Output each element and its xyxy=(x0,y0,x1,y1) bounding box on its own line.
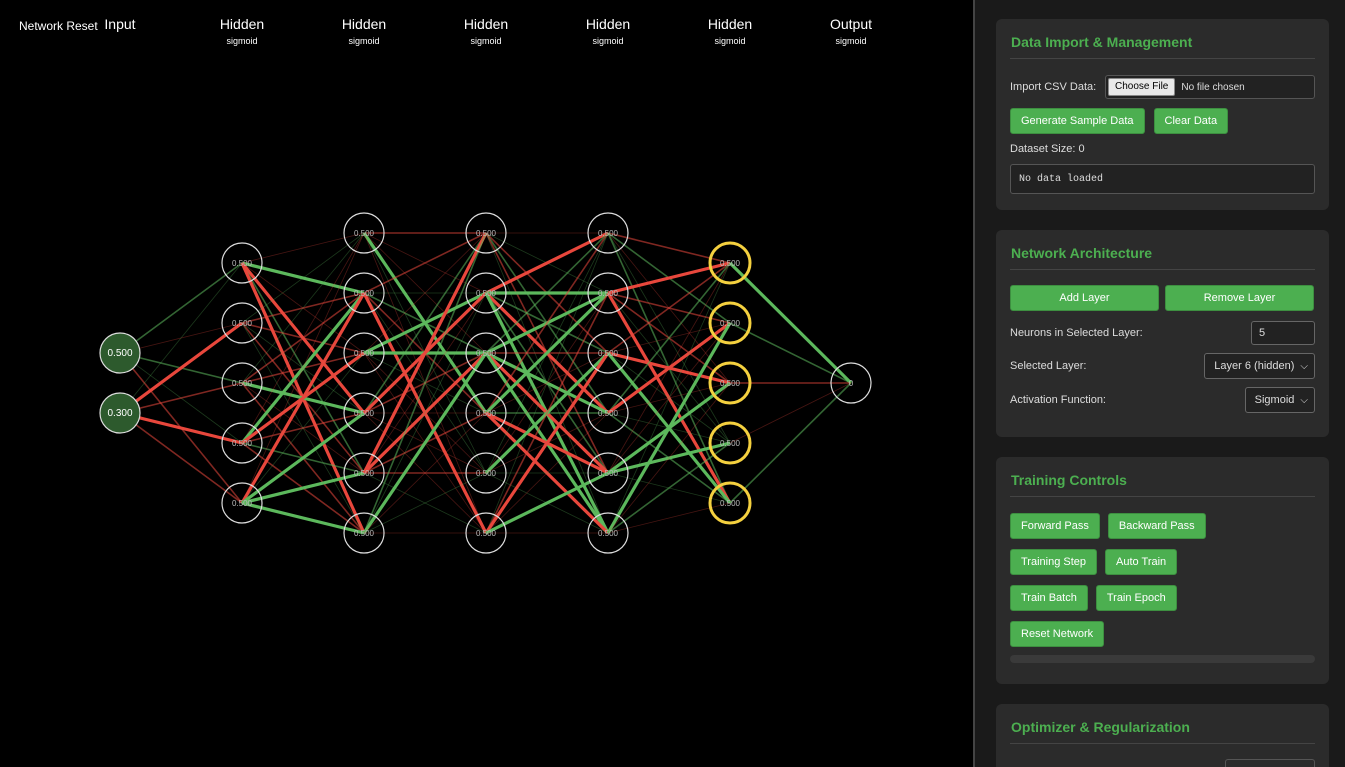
neuron-value: 0.500 xyxy=(598,289,619,298)
choose-file-button[interactable]: Choose File xyxy=(1108,78,1176,96)
network-canvas[interactable]: Network Reset Input 0.500 0.300 Hidden sigmo… xyxy=(0,0,973,767)
neuron-value: 0.500 xyxy=(720,439,741,448)
remove-layer-button[interactable]: Remove Layer xyxy=(1165,285,1314,311)
layer-title: Hidden xyxy=(708,16,752,32)
layer-title: Output xyxy=(830,16,872,32)
data-import-title: Data Import & Management xyxy=(1010,19,1315,59)
neuron-value: 0.500 xyxy=(232,439,253,448)
neuron-value: 0.500 xyxy=(476,469,497,478)
connection-line xyxy=(241,232,365,324)
selected-layer-select[interactable]: Layer 6 (hidden) ⌵ xyxy=(1204,353,1315,379)
auto-train-button[interactable]: Auto Train xyxy=(1105,549,1178,575)
layer-title: Hidden xyxy=(586,16,630,32)
import-csv-label: Import CSV Data: xyxy=(1010,81,1097,93)
network-visualization[interactable]: Input 0.500 0.300 Hidden sigmoid 0.500 0.500 0.… xyxy=(0,0,973,767)
neuron-value: 0.500 xyxy=(354,349,375,358)
neuron-value: 0.500 xyxy=(476,349,497,358)
training-progress-bar xyxy=(1010,655,1315,663)
optimizer-panel: Optimizer & Regularization xyxy=(996,704,1329,767)
backward-pass-button[interactable]: Backward Pass xyxy=(1107,513,1206,539)
neuron-value: 0.300 xyxy=(107,408,132,419)
forward-pass-button[interactable]: Forward Pass xyxy=(1010,513,1100,539)
neuron-value: 0 xyxy=(849,379,854,388)
layer-title: Hidden xyxy=(220,16,264,32)
neuron-value: 0.500 xyxy=(720,259,741,268)
layer-activation: sigmoid xyxy=(470,36,501,46)
training-title: Training Controls xyxy=(1010,457,1315,497)
selected-layer-label: Selected Layer: xyxy=(1010,360,1087,372)
chevron-down-icon: ⌵ xyxy=(1300,360,1308,372)
reset-network-button[interactable]: Reset Network xyxy=(1010,621,1105,647)
train-batch-button[interactable]: Train Batch xyxy=(1010,585,1088,611)
data-preview: No data loaded xyxy=(1010,164,1315,194)
no-file-text: No file chosen xyxy=(1181,81,1245,93)
layer-activation: sigmoid xyxy=(835,36,866,46)
training-panel: Training Controls Forward Pass Backward … xyxy=(996,457,1329,684)
layer-title: Input xyxy=(104,16,135,32)
neuron-value: 0.500 xyxy=(598,349,619,358)
neuron-value: 0.500 xyxy=(720,319,741,328)
optimizer-select[interactable] xyxy=(1225,759,1315,767)
neuron-value: 0.500 xyxy=(720,499,741,508)
neuron-value: 0.500 xyxy=(354,409,375,418)
data-import-panel: Data Import & Management Import CSV Data… xyxy=(996,19,1329,210)
neuron-value: 0.500 xyxy=(598,409,619,418)
neuron-value: 0.500 xyxy=(354,469,375,478)
control-sidebar: Data Import & Management Import CSV Data… xyxy=(973,0,1345,767)
layer-title: Hidden xyxy=(342,16,386,32)
neuron-value: 0.500 xyxy=(232,319,253,328)
neuron-value: 0.500 xyxy=(232,499,253,508)
layer-activation: sigmoid xyxy=(348,36,379,46)
selected-layer-value: Layer 6 (hidden) xyxy=(1214,360,1295,372)
neuron-value: 0.500 xyxy=(476,529,497,538)
neurons-label: Neurons in Selected Layer: xyxy=(1010,327,1143,339)
neuron-value: 0.500 xyxy=(476,289,497,298)
activation-value: Sigmoid xyxy=(1254,394,1295,406)
connection-line xyxy=(119,262,243,354)
layer-activation: sigmoid xyxy=(714,36,745,46)
activation-label: Activation Function: xyxy=(1010,394,1106,406)
training-step-button[interactable]: Training Step xyxy=(1010,549,1098,575)
neuron-value: 0.500 xyxy=(598,529,619,538)
layer-title: Hidden xyxy=(464,16,508,32)
add-layer-button[interactable]: Add Layer xyxy=(1010,285,1159,311)
generate-sample-data-button[interactable]: Generate Sample Data xyxy=(1010,108,1145,134)
neuron-value: 0.500 xyxy=(720,379,741,388)
connection-line xyxy=(119,321,243,415)
neuron-value: 0.500 xyxy=(107,348,132,359)
csv-file-input[interactable]: Choose File No file chosen xyxy=(1105,75,1315,99)
neuron-value: 0.500 xyxy=(232,379,253,388)
train-epoch-button[interactable]: Train Epoch xyxy=(1095,585,1177,611)
neuron-value: 0.500 xyxy=(598,229,619,238)
neuron-value: 0.500 xyxy=(354,289,375,298)
neuron-value: 0.500 xyxy=(354,529,375,538)
layer-activation: sigmoid xyxy=(592,36,623,46)
status-message: Network Reset xyxy=(19,19,98,33)
neuron-value: 0.500 xyxy=(476,409,497,418)
chevron-down-icon: ⌵ xyxy=(1300,394,1308,406)
neuron-value: 0.500 xyxy=(232,259,253,268)
architecture-title: Network Architecture xyxy=(1010,230,1315,270)
clear-data-button[interactable]: Clear Data xyxy=(1153,108,1229,134)
optimizer-title: Optimizer & Regularization xyxy=(1010,704,1315,744)
architecture-panel: Network Architecture Add Layer Remove La… xyxy=(996,230,1329,437)
neuron-value: 0.500 xyxy=(598,469,619,478)
neurons-input[interactable]: 5 xyxy=(1251,321,1315,345)
layer-activation: sigmoid xyxy=(226,36,257,46)
neuron-value: 0.500 xyxy=(354,229,375,238)
activation-select[interactable]: Sigmoid ⌵ xyxy=(1244,387,1315,413)
neuron-value: 0.500 xyxy=(476,229,497,238)
dataset-size: Dataset Size: 0 xyxy=(1010,143,1085,155)
